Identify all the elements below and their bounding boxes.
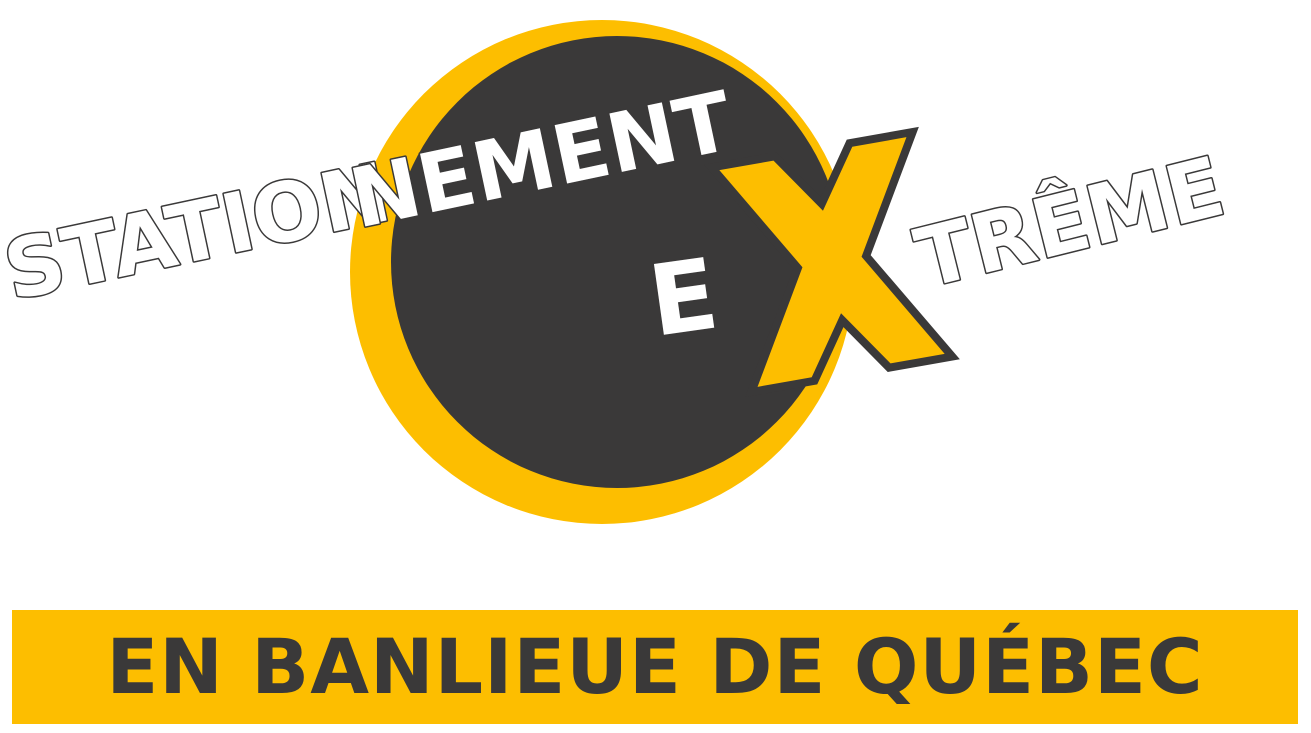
tagline-banner: EN BANLIEUE DE QUÉBEC <box>12 610 1298 724</box>
tagline-text: EN BANLIEUE DE QUÉBEC <box>106 622 1204 711</box>
logo-word-station: STATION <box>0 145 398 319</box>
logo-word-treme: TRÊME <box>907 139 1234 308</box>
logo: STATION NEMENT E TRÊME <box>0 20 1235 524</box>
